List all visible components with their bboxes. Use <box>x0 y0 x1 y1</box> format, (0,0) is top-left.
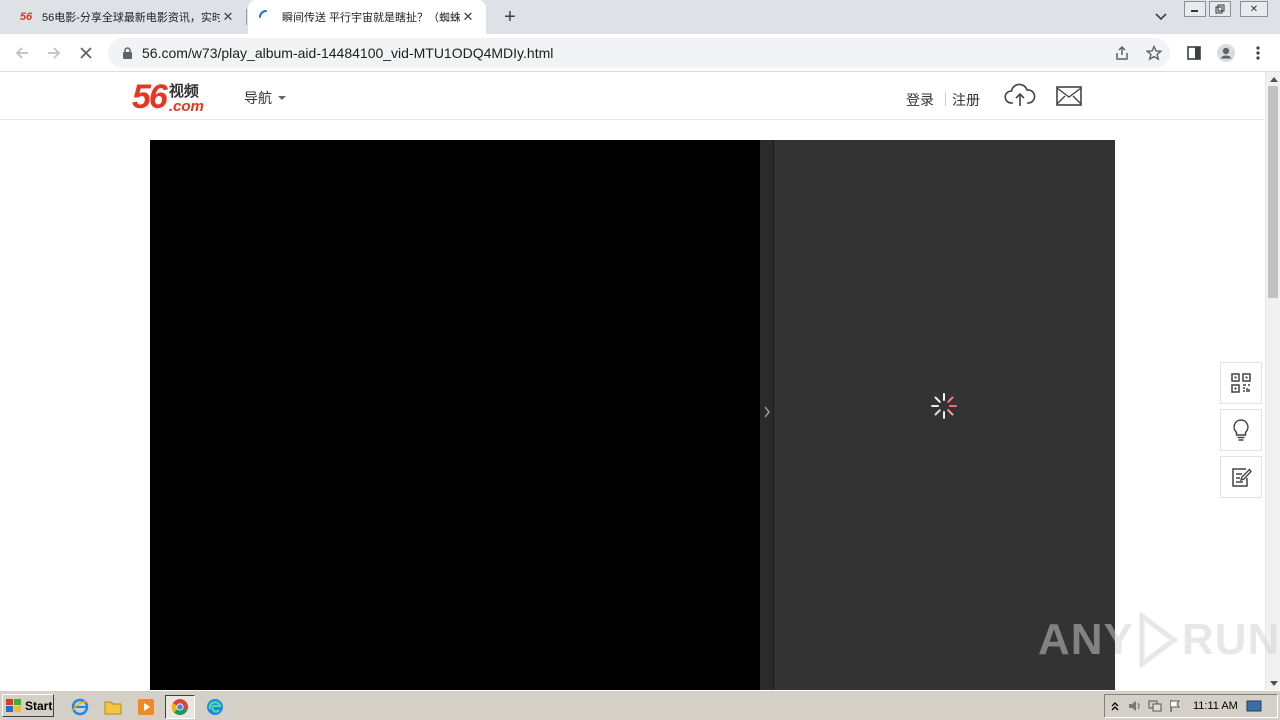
tab-search-chevron-icon[interactable] <box>1150 6 1172 28</box>
browser-tab-56-movies[interactable]: 56 56电影-分享全球最新电影资讯，实时 ✕ <box>8 0 246 34</box>
watermark-text-left: ANY <box>1038 615 1134 664</box>
tray-expand-icon[interactable] <box>1105 697 1125 715</box>
tab-title: 56电影-分享全球最新电影资讯，实时 <box>42 12 220 24</box>
lock-icon[interactable] <box>120 46 134 60</box>
browser-toolbar: 56.com/w73/play_album-aid-14484100_vid-M… <box>0 34 1280 72</box>
taskbar-clock[interactable]: 11:11 AM <box>1193 700 1238 712</box>
lightbulb-button[interactable] <box>1220 409 1262 451</box>
play-triangle-icon <box>1139 612 1178 668</box>
windows-flag-icon <box>6 698 21 712</box>
scroll-up-icon[interactable] <box>1266 72 1280 86</box>
tab-separator <box>246 9 247 25</box>
lightbulb-icon <box>1233 419 1249 441</box>
site-logo[interactable]: 56 视频 .com <box>132 78 204 114</box>
system-tray: 11:11 AM <box>1104 694 1278 718</box>
qr-code-button[interactable] <box>1220 362 1262 404</box>
action-center-flag-icon[interactable] <box>1165 697 1185 715</box>
anyrun-watermark: ANY RUN <box>1038 610 1280 670</box>
playlist-side-panel <box>774 140 1115 690</box>
site-header: 56 视频 .com 导航 登录 注册 <box>0 72 1265 120</box>
feedback-button[interactable] <box>1220 456 1262 498</box>
logo-domain: .com <box>168 98 204 115</box>
web-page: 56 视频 .com 导航 登录 注册 <box>0 72 1265 690</box>
bookmark-star-icon[interactable] <box>1142 41 1166 65</box>
loading-spinner-icon <box>258 9 274 25</box>
address-url: 56.com/w73/play_album-aid-14484100_vid-M… <box>142 45 554 61</box>
login-link[interactable]: 登录 <box>906 90 934 110</box>
edit-note-icon <box>1232 468 1252 487</box>
browser-tab-strip: 56 56电影-分享全球最新电影资讯，实时 ✕ 瞬间传送 平行宇宙就是瞎扯？（蜘… <box>0 0 1280 34</box>
windows-taskbar: Start 11:11 AM <box>0 690 1280 720</box>
scroll-down-icon[interactable] <box>1266 676 1280 690</box>
site-favicon-icon: 56 <box>19 11 33 23</box>
playlist-toggle-strip[interactable] <box>760 140 774 690</box>
loading-spinner-icon <box>930 392 958 420</box>
logo-text: 视频 <box>168 83 199 100</box>
share-icon[interactable] <box>1110 41 1134 65</box>
chevron-right-icon[interactable] <box>762 404 772 420</box>
back-arrow-icon[interactable] <box>10 41 34 65</box>
address-bar[interactable]: 56.com/w73/play_album-aid-14484100_vid-M… <box>108 38 1170 68</box>
tab-title: 瞬间传送 平行宇宙就是瞎扯？（蜘蛛 <box>282 12 460 24</box>
side-panel-icon[interactable] <box>1182 41 1206 65</box>
watermark-text-right: RUN <box>1181 615 1280 664</box>
start-label: Start <box>25 698 53 713</box>
tab-close-icon[interactable]: ✕ <box>460 9 476 25</box>
edge-icon[interactable] <box>204 696 226 718</box>
internet-explorer-icon[interactable] <box>69 696 91 718</box>
scrollbar-thumb[interactable] <box>1268 86 1278 298</box>
network-icon[interactable] <box>1145 697 1165 715</box>
mail-envelope-icon[interactable] <box>1055 85 1083 107</box>
site-nav-menu[interactable]: 导航 <box>244 88 286 108</box>
chrome-icon <box>171 699 188 715</box>
page-scrollbar[interactable] <box>1265 72 1280 690</box>
forward-arrow-icon[interactable] <box>42 41 66 65</box>
qr-code-icon <box>1231 373 1251 393</box>
chrome-taskbar-button[interactable] <box>165 695 195 719</box>
logo-number: 56 <box>132 78 168 116</box>
profile-avatar-icon[interactable] <box>1214 41 1238 65</box>
register-link[interactable]: 注册 <box>952 90 980 110</box>
browser-tab-video[interactable]: 瞬间传送 平行宇宙就是瞎扯？（蜘蛛 ✕ <box>248 0 486 34</box>
show-desktop-icon[interactable] <box>1244 697 1264 715</box>
file-explorer-icon[interactable] <box>102 696 124 718</box>
upload-cloud-icon[interactable] <box>1004 82 1036 108</box>
minimize-window-icon[interactable] <box>1184 1 1206 17</box>
browser-menu-icon[interactable] <box>1246 41 1270 65</box>
close-window-icon[interactable]: ✕ <box>1240 1 1268 17</box>
video-player[interactable] <box>150 140 1115 690</box>
new-tab-button[interactable]: + <box>498 5 522 29</box>
restore-window-icon[interactable] <box>1209 1 1231 17</box>
video-screen[interactable] <box>150 140 760 690</box>
start-button[interactable]: Start <box>2 694 54 717</box>
media-player-icon[interactable] <box>135 696 157 718</box>
caret-down-icon <box>278 96 286 100</box>
volume-icon[interactable] <box>1125 697 1145 715</box>
nav-label: 导航 <box>244 90 272 106</box>
tab-close-icon[interactable]: ✕ <box>220 9 236 25</box>
stop-loading-icon[interactable] <box>74 41 98 65</box>
header-divider <box>945 92 946 106</box>
